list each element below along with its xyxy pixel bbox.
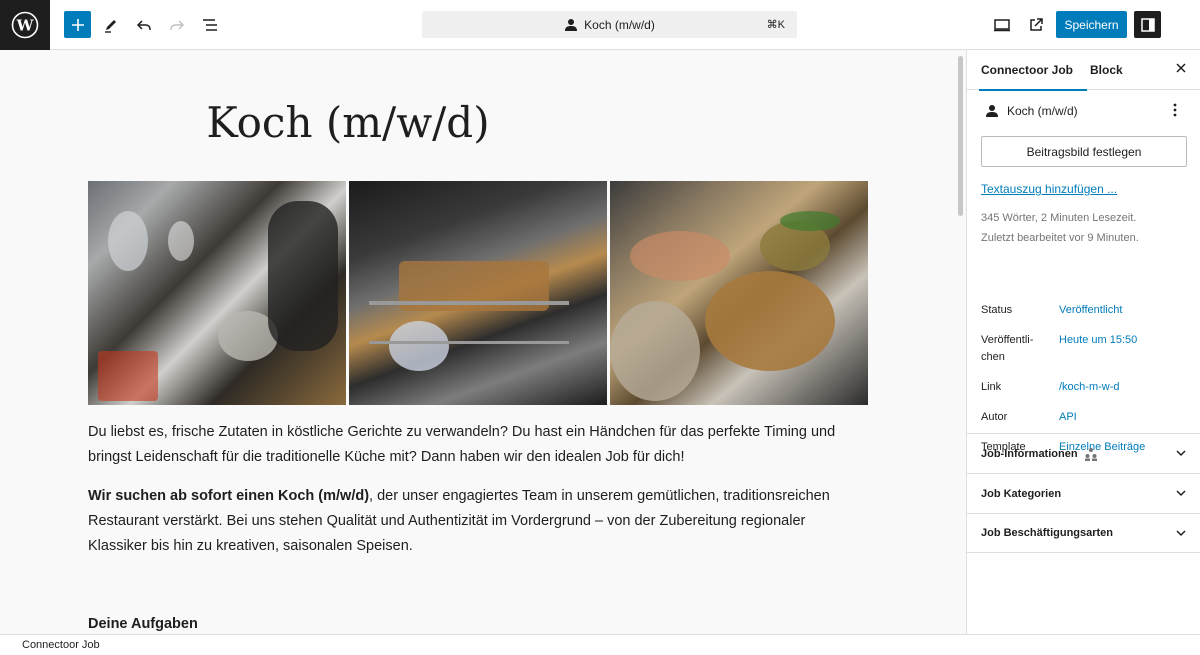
save-button[interactable]: Speichern	[1056, 11, 1127, 38]
status-value-button[interactable]: Veröffentlicht	[1059, 302, 1122, 319]
gallery-image-kitchen-staff[interactable]	[88, 181, 346, 405]
image-gallery[interactable]	[88, 181, 868, 405]
editor-canvas[interactable]: Koch (m/w/d) Du liebst es, frische Zutat…	[0, 50, 956, 634]
people-icon	[1084, 447, 1097, 461]
undo-icon	[136, 20, 151, 30]
post-title[interactable]: Koch (m/w/d)	[88, 98, 608, 147]
post-card-title: Koch (m/w/d)	[1007, 104, 1078, 118]
add-block-button[interactable]	[64, 11, 91, 38]
command-palette-bar[interactable]: Koch (m/w/d) ⌘K	[422, 11, 797, 38]
view-post-button[interactable]	[1022, 11, 1050, 39]
paragraph-intro[interactable]: Du liebst es, frische Zutaten in köstlic…	[88, 420, 868, 470]
property-row-publish: Veröffentli-chen Heute um 15:50	[981, 332, 1187, 366]
settings-sidebar: Connectoor Job Block Koch (m/w/d) Beitra…	[966, 50, 1200, 634]
breadcrumb-item[interactable]: Connectoor Job	[22, 639, 100, 651]
gallery-image-cooking-pot[interactable]	[610, 181, 868, 405]
document-title: Koch (m/w/d)	[584, 17, 655, 32]
tab-connectoor-job[interactable]: Connectoor Job	[979, 50, 1087, 91]
panel-job-kategorien[interactable]: Job Kategorien	[967, 473, 1200, 513]
paragraph-bold-text: Wir suchen ab sofort einen Koch (m/w/d)	[88, 488, 370, 504]
tools-button[interactable]	[97, 11, 125, 39]
chevron-down-icon	[1176, 530, 1186, 537]
redo-button[interactable]	[163, 11, 191, 39]
scrollbar-thumb[interactable]	[958, 56, 963, 216]
desktop-icon	[994, 19, 1010, 32]
panel-title: Job-Informationen	[981, 447, 1078, 460]
post-meta-info: 345 Wörter, 2 Minuten Lesezeit. Zuletzt …	[981, 208, 1139, 248]
author-button[interactable]: API	[1059, 409, 1077, 426]
permalink-button[interactable]: /koch-m-w-d	[1059, 379, 1120, 396]
document-overview-button[interactable]	[196, 11, 224, 39]
wordpress-logo-button[interactable]: W	[0, 0, 50, 50]
user-icon	[565, 18, 578, 31]
svg-text:W: W	[16, 17, 35, 35]
chevron-down-icon	[1176, 450, 1186, 457]
post-summary-panel: Koch (m/w/d) Beitragsbild festlegen Text…	[967, 90, 1200, 453]
plus-icon	[71, 18, 84, 31]
view-button[interactable]	[988, 11, 1016, 39]
close-sidebar-button[interactable]	[1173, 62, 1189, 78]
redo-icon	[170, 20, 185, 30]
editor-header: W Koch (m/w/d) ⌘K Speichern	[0, 0, 1200, 50]
add-excerpt-link[interactable]: Textauszug hinzufügen ...	[981, 182, 1117, 196]
tab-block[interactable]: Block	[1090, 50, 1123, 90]
sidebar-tabs: Connectoor Job Block	[967, 50, 1200, 91]
wordpress-icon: W	[11, 11, 39, 39]
word-count-text: 345 Wörter, 2 Minuten Lesezeit.	[981, 212, 1137, 224]
last-edited-text: Zuletzt bearbeitet vor 9 Minuten.	[981, 232, 1139, 244]
paragraph-search[interactable]: Wir suchen ab sofort einen Koch (m/w/d),…	[88, 484, 868, 559]
sidebar-icon	[1140, 17, 1155, 32]
block-breadcrumb: Connectoor Job	[0, 634, 1200, 655]
list-view-icon	[203, 19, 217, 31]
user-icon	[986, 105, 998, 117]
close-icon	[1176, 63, 1186, 73]
external-link-icon	[1030, 18, 1043, 31]
heading-tasks[interactable]: Deine Aufgaben	[88, 616, 198, 632]
property-label: Link	[981, 381, 1002, 393]
settings-toggle-button[interactable]	[1134, 11, 1161, 38]
property-label: Status	[981, 304, 1013, 316]
more-vertical-icon	[1173, 103, 1177, 117]
set-featured-image-button[interactable]: Beitragsbild festlegen	[981, 136, 1187, 167]
publish-date-button[interactable]: Heute um 15:50	[1059, 332, 1137, 349]
property-label: Veröffentli-chen	[981, 334, 1034, 363]
gallery-image-oven-tray[interactable]	[349, 181, 607, 405]
panel-title: Job Kategorien	[981, 487, 1062, 500]
canvas-scrollbar[interactable]	[956, 50, 966, 634]
keyboard-shortcut: ⌘K	[766, 19, 785, 31]
undo-button[interactable]	[130, 11, 158, 39]
panel-job-informationen[interactable]: Job-Informationen	[967, 433, 1200, 473]
post-actions-button[interactable]	[1172, 102, 1178, 122]
pencil-icon	[105, 20, 116, 33]
panel-job-beschaeftigungsarten[interactable]: Job Beschäftigungsarten	[967, 513, 1200, 553]
post-card-header: Koch (m/w/d)	[985, 104, 1078, 118]
chevron-down-icon	[1176, 490, 1186, 497]
property-label: Autor	[981, 411, 1008, 423]
panel-title: Job Beschäftigungsarten	[981, 527, 1114, 539]
